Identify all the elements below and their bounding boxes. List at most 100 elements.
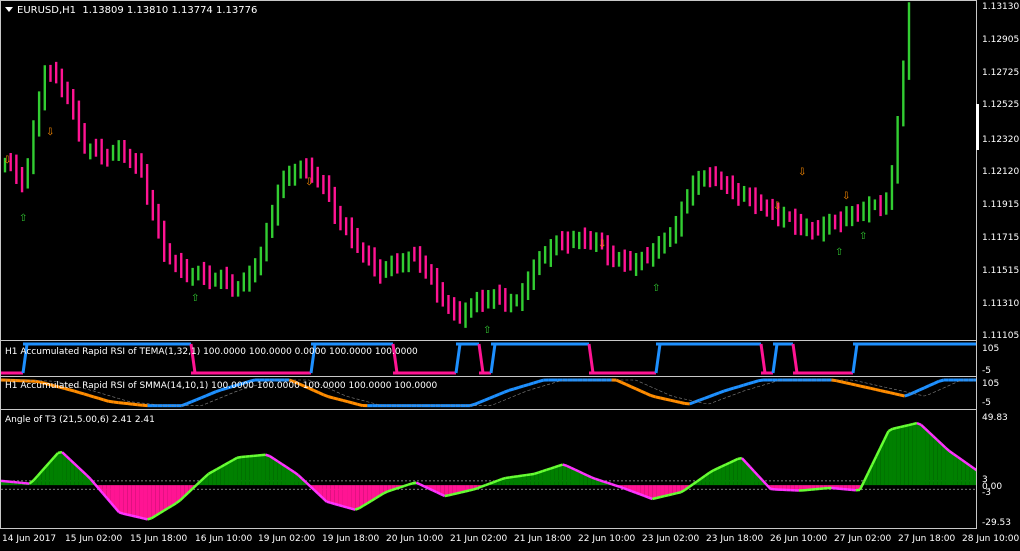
smma-rsi-lag-line (225, 393, 231, 396)
smma-rsi-line (317, 391, 325, 397)
t3-angle-line (305, 481, 312, 488)
price-chart-pane[interactable]: ⇧ ⇧ ⇧ ⇧ ⇧ ⇧ ⇩ ⇩ ⇩ ⇩ ⇩ ⇩ ⇩ EURUSD,H1 1.13809 1.13810 … (0, 0, 977, 341)
smma-rsi-line (669, 398, 676, 403)
t3-angle-line (130, 514, 136, 518)
t3-angle-area (949, 451, 954, 486)
smma-rsi-line (850, 382, 857, 387)
t3-angle-line (530, 472, 535, 476)
axis-tick: -5 (982, 366, 991, 376)
smma-rsi-line (674, 399, 681, 404)
smma-rsi-line (879, 389, 886, 394)
t3-angle-line (460, 490, 466, 494)
smma-rsi-lag-line (660, 390, 666, 394)
t3-angle-area (737, 458, 742, 486)
time-label: 23 Jun 18:00 (706, 534, 764, 544)
smma-rsi-lag-line (337, 392, 344, 396)
smma-rsi-lag-line (650, 386, 656, 390)
t3-angle-line (484, 482, 490, 487)
time-label: 27 Jun 02:00 (834, 534, 892, 544)
price-chart-canvas[interactable]: ⇧ ⇧ ⇧ ⇧ ⇧ ⇧ ⇩ ⇩ ⇩ ⇩ ⇩ ⇩ ⇩ (1, 1, 977, 341)
smma-rsi-line (923, 384, 930, 390)
smma-rsi-line (752, 379, 759, 384)
t3-angle-area (326, 485, 331, 503)
smma-rsi-line (528, 381, 534, 386)
tema-rsi-axis: 105 -5 (977, 340, 1020, 377)
smma-rsi-lag-line (748, 387, 754, 390)
price-tick: 1.11915 (982, 200, 1020, 210)
t3-angle-area (127, 485, 132, 516)
price-axis[interactable]: 1.13130 1.12905 1.12725 1.12525 1.12320 … (977, 0, 1020, 341)
t3-angle-line (896, 425, 901, 430)
indicator-pane-smma-rsi[interactable]: H1 Accumulated Rapid RSI of SMMA(14,10,1… (0, 376, 977, 410)
t3-angle-area (347, 485, 352, 509)
t3-angle-line (387, 488, 393, 493)
t3-angle-line (440, 492, 446, 498)
smma-rsi-line (938, 378, 945, 383)
smma-rsi-line (899, 393, 906, 398)
t3-angle-area (228, 460, 234, 486)
smma-rsi-line (728, 386, 735, 391)
smma-rsi-line (855, 383, 862, 388)
t3-angle-area (139, 485, 144, 519)
smma-rsi-lag-line (938, 387, 944, 391)
tema-rsi-line (851, 343, 859, 374)
smma-rsi-line (186, 400, 193, 406)
smma-rsi-line (93, 395, 100, 400)
sell-arrow-icon: ⇩ (3, 155, 11, 166)
axis-tick: -29.53 (982, 518, 1012, 528)
smma-rsi-lag-line (552, 381, 558, 384)
t3-angle-line (411, 481, 417, 485)
t3-angle-line (338, 503, 344, 508)
time-axis[interactable]: 14 Jun 2017 15 Jun 02:00 15 Jun 18:00 16… (0, 528, 1019, 551)
smma-rsi-lag-line (899, 390, 905, 392)
t3-angle-line (566, 464, 572, 469)
dropdown-arrow-icon[interactable] (5, 7, 13, 12)
t3-angle-line (729, 459, 735, 464)
t3-angle-area (558, 464, 563, 486)
indicator-pane-tema-rsi[interactable]: H1 Accumulated Rapid RSI of TEMA(1,32,1)… (0, 340, 977, 377)
t3-angle-line (456, 491, 462, 495)
time-label: 26 Jun 10:00 (770, 534, 828, 544)
t3-angle-line (346, 506, 352, 510)
t3-angle-line (900, 424, 906, 429)
smma-rsi-lag-line (919, 394, 925, 397)
smma-rsi-lag-line (904, 391, 910, 394)
smma-rsi-line (498, 390, 505, 396)
t3-angle-line (419, 483, 425, 488)
smma-rsi-lag-line (718, 398, 725, 401)
smma-rsi-line (703, 395, 710, 400)
smma-rsi-line (689, 400, 696, 406)
smma-rsi-lag-line (890, 388, 896, 390)
indicator-pane-t3-angle[interactable]: Angle of T3 (21,5.00,6) 2.41 2.41 (0, 409, 977, 529)
t3-angle-line (574, 468, 580, 473)
buy-arrow-icon: ⇧ (859, 231, 867, 242)
t3-angle-line (330, 501, 336, 506)
t3-angle-line (623, 487, 629, 491)
t3-angle-line (892, 426, 897, 431)
price-tick: 1.13130 (982, 2, 1020, 12)
t3-angle-area (957, 456, 962, 486)
smma-rsi-line (195, 396, 202, 402)
time-label: 19 Jun 02:00 (258, 534, 316, 544)
t3-angle-area (245, 456, 250, 486)
price-tick: 1.12320 (982, 135, 1020, 145)
price-scale-handle[interactable] (976, 104, 979, 150)
t3-angle-line (126, 513, 132, 517)
smma-rsi-line (875, 387, 881, 392)
smma-rsi-lag-line (665, 393, 671, 396)
smma-rsi-lag-line (352, 397, 358, 400)
t3-angle-line (668, 492, 673, 497)
smma-rsi-lag-line (670, 395, 676, 398)
t3-angle-area (265, 454, 270, 486)
smma-rsi-lag-line (118, 398, 124, 401)
smma-rsi-line (523, 383, 530, 388)
t3-angle-area (123, 485, 128, 515)
buy-arrow-icon: ⇧ (191, 293, 199, 304)
t3-angle-line (436, 491, 442, 496)
t3-angle-line (635, 491, 641, 496)
smma-rsi-line (332, 396, 339, 401)
t3-angle-line (525, 473, 531, 477)
time-label: 27 Jun 18:00 (898, 534, 956, 544)
t3-angle-line (464, 489, 470, 493)
t3-angle-line (533, 471, 539, 476)
